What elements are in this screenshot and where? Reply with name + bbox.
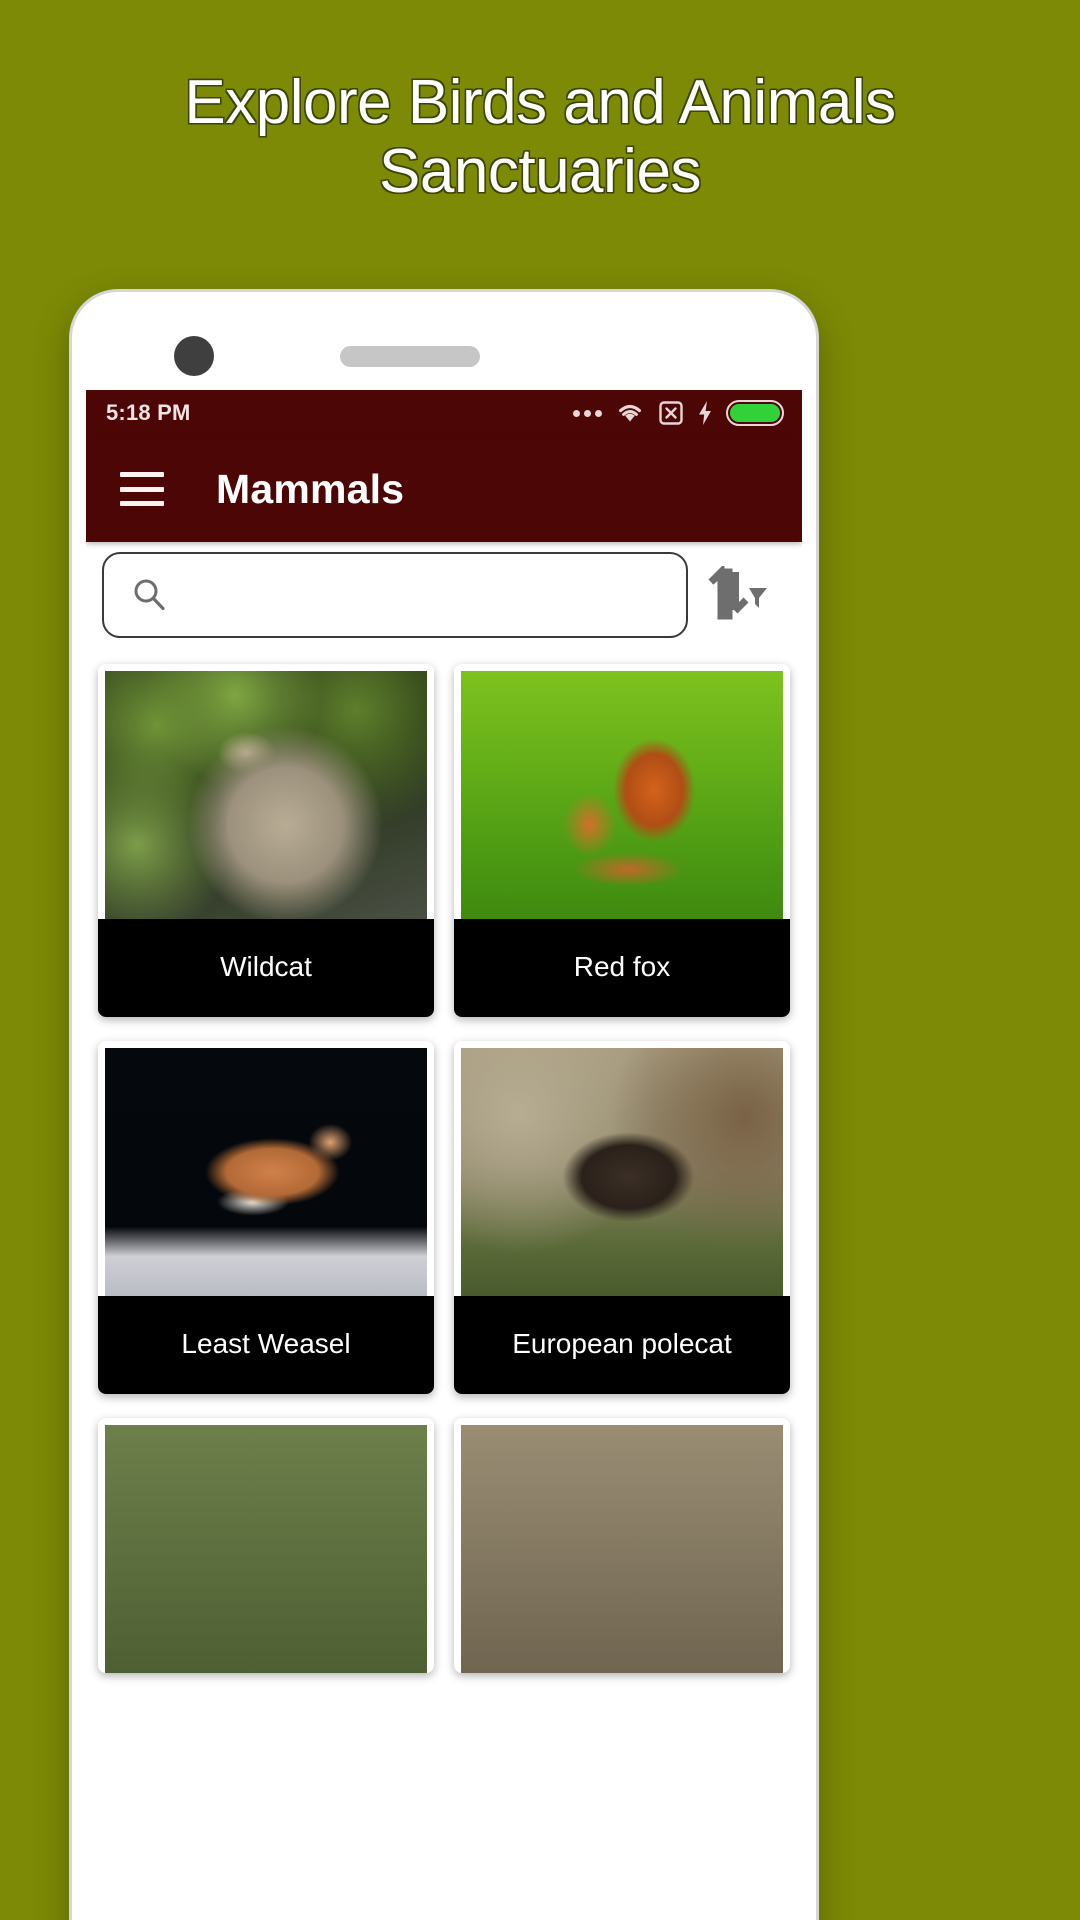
card-label: Least Weasel <box>98 1296 434 1394</box>
animal-grid: Wildcat Red fox Least Weasel European po… <box>98 664 790 1673</box>
status-bar-time: 5:18 PM <box>106 400 191 425</box>
app-bar-title: Mammals <box>216 465 405 512</box>
front-camera-icon <box>174 336 214 376</box>
app-bar: Mammals <box>86 436 802 542</box>
animal-card-partial[interactable] <box>98 1418 434 1673</box>
wifi-icon <box>619 404 641 422</box>
card-photo-wrap <box>454 1418 790 1673</box>
promo-headline: Explore Birds and Animals Sanctuaries <box>184 68 896 207</box>
animal-card-partial[interactable] <box>454 1418 790 1673</box>
phone-bezel-top <box>86 306 802 390</box>
search-row <box>86 542 802 648</box>
status-bar: 5:18 PM <box>86 390 802 436</box>
least-weasel-photo <box>105 1048 427 1296</box>
next-row-photo <box>461 1425 783 1673</box>
card-photo-wrap <box>98 664 434 919</box>
no-sim-icon <box>659 401 683 425</box>
phone-screen: 5:18 PM Mammals Wildcat Red fox Least We… <box>86 306 802 1920</box>
earpiece-speaker <box>340 346 480 367</box>
sort-filter-icon[interactable] <box>688 552 784 638</box>
card-photo-wrap <box>454 1041 790 1296</box>
search-box[interactable] <box>102 552 688 638</box>
next-row-photo <box>105 1425 427 1673</box>
european-polecat-photo <box>461 1048 783 1296</box>
hamburger-menu-icon[interactable] <box>120 472 164 506</box>
status-bar-icons <box>573 400 784 426</box>
battery-icon <box>726 400 784 426</box>
charging-bolt-icon <box>699 401 711 425</box>
animal-card[interactable]: Wildcat <box>98 664 434 1017</box>
card-label: European polecat <box>454 1296 790 1394</box>
animal-card[interactable]: European polecat <box>454 1041 790 1394</box>
card-label: Wildcat <box>98 919 434 1017</box>
card-label: Red fox <box>454 919 790 1017</box>
card-photo-wrap <box>98 1418 434 1673</box>
card-photo-wrap <box>98 1041 434 1296</box>
red-fox-photo <box>461 671 783 919</box>
search-input[interactable] <box>184 579 660 611</box>
card-photo-wrap <box>454 664 790 919</box>
wildcat-photo <box>105 671 427 919</box>
phone-mockup: 5:18 PM Mammals Wildcat Red fox Least We… <box>72 292 816 1920</box>
overflow-dots-icon <box>573 409 602 417</box>
search-icon <box>134 579 165 611</box>
animal-card[interactable]: Least Weasel <box>98 1041 434 1394</box>
animal-card[interactable]: Red fox <box>454 664 790 1017</box>
animal-grid-scroll[interactable]: Wildcat Red fox Least Weasel European po… <box>86 648 802 1920</box>
